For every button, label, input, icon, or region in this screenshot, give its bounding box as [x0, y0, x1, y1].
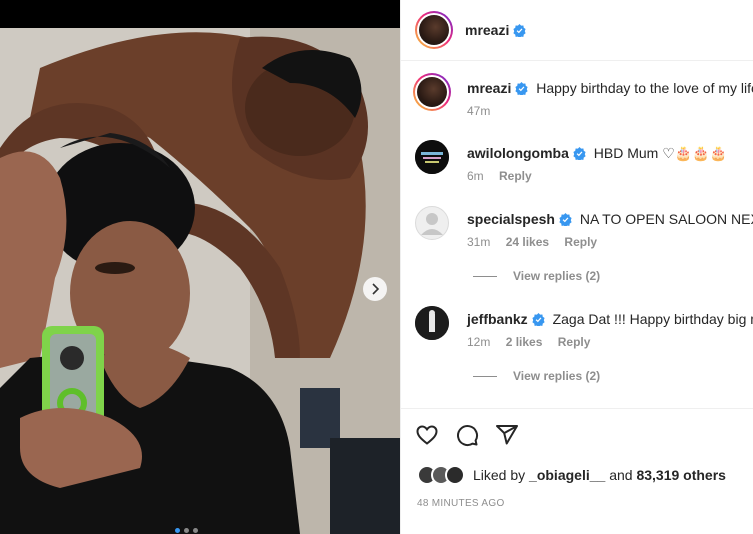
view-replies-label: View replies (2)	[513, 269, 601, 283]
comment-likes[interactable]: 24 likes	[506, 235, 549, 249]
post-media[interactable]	[0, 0, 400, 534]
post-actions-section: Liked by _obiageli__ and 83,319 others 4…	[401, 408, 753, 534]
liked-by-joiner: and	[609, 467, 633, 483]
carousel-dot[interactable]	[193, 528, 198, 533]
comment-time: 12m	[467, 335, 491, 349]
heart-icon[interactable]	[415, 423, 439, 447]
caption-body: mreazi Happy birthday to the love of my …	[467, 80, 753, 96]
comment-username[interactable]: specialspesh	[467, 211, 555, 227]
caption-username[interactable]: mreazi	[467, 80, 511, 96]
commenter-avatar[interactable]	[415, 140, 449, 174]
author-username[interactable]: mreazi	[465, 22, 509, 38]
view-replies-button[interactable]: View replies (2)	[473, 269, 600, 283]
verified-badge-icon	[513, 23, 526, 37]
post-header: mreazi	[401, 0, 753, 61]
comment-icon[interactable]	[455, 423, 479, 447]
caption-time: 47m	[467, 104, 491, 118]
liked-by-user[interactable]: _obiageli__	[529, 467, 605, 483]
comment-body: specialspesh NA TO OPEN SALOON NEXT OOO	[467, 211, 753, 227]
reply-button[interactable]: Reply	[558, 335, 591, 349]
comment-username[interactable]: jeffbankz	[467, 311, 528, 327]
reply-button[interactable]: Reply	[499, 169, 532, 183]
likes-count[interactable]: 83,319 others	[636, 467, 726, 483]
liker-avatars	[417, 465, 465, 485]
commenter-avatar[interactable]	[415, 206, 449, 240]
chevron-right-icon	[372, 283, 380, 295]
comments-list: mreazi Happy birthday to the love of my …	[401, 62, 753, 408]
caption-avatar[interactable]	[413, 73, 451, 111]
author-avatar[interactable]	[415, 11, 453, 49]
likes-summary: Liked by _obiageli__ and 83,319 others	[417, 465, 726, 485]
divider-line	[473, 276, 497, 278]
comment-text: Zaga Dat !!! Happy birthday big mama	[552, 311, 753, 327]
comment-meta: 12m 2 likes Reply	[467, 335, 602, 349]
comment-meta: 6m Reply	[467, 169, 544, 183]
divider-line	[473, 376, 497, 378]
view-replies-label: View replies (2)	[513, 369, 601, 383]
share-icon[interactable]	[495, 423, 519, 447]
comment-meta: 31m 24 likes Reply	[467, 235, 609, 249]
carousel-dots	[175, 528, 198, 533]
comment-time: 6m	[467, 169, 484, 183]
action-bar	[415, 423, 519, 447]
caption-text: Happy birthday to the love of my life	[536, 80, 753, 96]
carousel-next-button[interactable]	[363, 277, 387, 301]
comment-text: HBD Mum ♡🎂🎂🎂	[593, 145, 728, 161]
carousel-dot[interactable]	[175, 528, 180, 533]
commenter-avatar[interactable]	[415, 306, 449, 340]
comment-time: 31m	[467, 235, 491, 249]
comment-username[interactable]: awilolongomba	[467, 145, 569, 161]
comment-body: awilolongomba HBD Mum ♡🎂🎂🎂	[467, 145, 727, 162]
comment-text: NA TO OPEN SALOON NEXT OOO	[579, 211, 753, 227]
post-details-panel: mreazi mreazi Happy birthday to the love…	[400, 0, 753, 534]
comment-body: jeffbankz Zaga Dat !!! Happy birthday bi…	[467, 311, 753, 327]
liker-avatar[interactable]	[445, 465, 465, 485]
post-timestamp[interactable]: 48 MINUTES AGO	[417, 498, 505, 509]
post-photo	[0, 28, 400, 534]
verified-badge-icon	[559, 213, 572, 226]
verified-badge-icon	[532, 313, 545, 326]
liked-by-prefix: Liked by	[473, 467, 526, 483]
comment-likes[interactable]: 2 likes	[506, 335, 543, 349]
verified-badge-icon	[573, 147, 586, 160]
reply-button[interactable]: Reply	[564, 235, 597, 249]
view-replies-button[interactable]: View replies (2)	[473, 369, 600, 383]
carousel-dot[interactable]	[184, 528, 189, 533]
caption-meta: 47m	[467, 104, 502, 118]
verified-badge-icon	[515, 82, 528, 95]
